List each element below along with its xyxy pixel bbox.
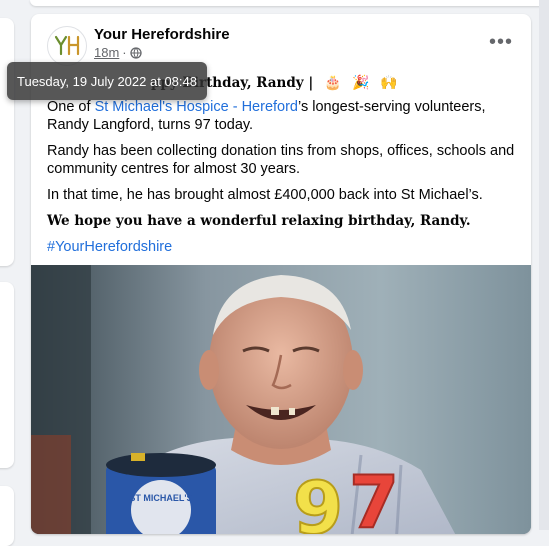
photo-illustration: ST MICHAEL'S 9 7 xyxy=(31,265,531,534)
candle-nine: 9 xyxy=(293,466,343,534)
post-photo[interactable]: ST MICHAEL'S 9 7 xyxy=(31,265,531,534)
cake-emoji: 🎂 xyxy=(323,75,342,91)
post-meta: 18m · xyxy=(94,45,142,60)
paragraph-1: One of St Michael's Hospice - Hereford’s… xyxy=(47,99,486,133)
paragraph-2: Randy has been collecting donation tins … xyxy=(47,143,515,177)
page-logo xyxy=(54,35,80,56)
left-sidebar-card xyxy=(0,18,14,266)
paragraph-3: In that time, he has brought almost £400… xyxy=(47,187,483,203)
post-time[interactable]: 18m xyxy=(94,45,119,60)
hashtag-link[interactable]: #YourHerefordshire xyxy=(47,238,517,256)
previous-post-edge xyxy=(30,0,549,6)
globe-icon xyxy=(129,46,142,59)
party-emoji: 🎉 xyxy=(352,75,370,91)
hospice-link[interactable]: St Michael's Hospice - Hereford xyxy=(95,99,298,115)
more-options-icon[interactable]: ••• xyxy=(487,31,515,53)
left-sidebar-card xyxy=(0,282,14,468)
post-header: Your Herefordshire 18m · ••• xyxy=(47,26,515,66)
candle-seven: 7 xyxy=(349,460,399,534)
post-text: ppy Birthday, Randy | 🎂 🎉 🙌 One of St Mi… xyxy=(47,72,517,264)
page-name[interactable]: Your Herefordshire xyxy=(94,26,230,43)
page-avatar[interactable] xyxy=(47,26,87,66)
left-sidebar-card xyxy=(0,486,14,546)
paragraph-4: We hope you have a wonderful relaxing bi… xyxy=(47,213,471,229)
meta-separator: · xyxy=(122,45,127,60)
scrollbar-track[interactable] xyxy=(539,0,549,530)
tin-label: ST MICHAEL'S xyxy=(129,493,192,503)
timestamp-tooltip: Tuesday, 19 July 2022 at 08:48 xyxy=(7,62,207,100)
raised-hands-emoji: 🙌 xyxy=(380,75,398,91)
